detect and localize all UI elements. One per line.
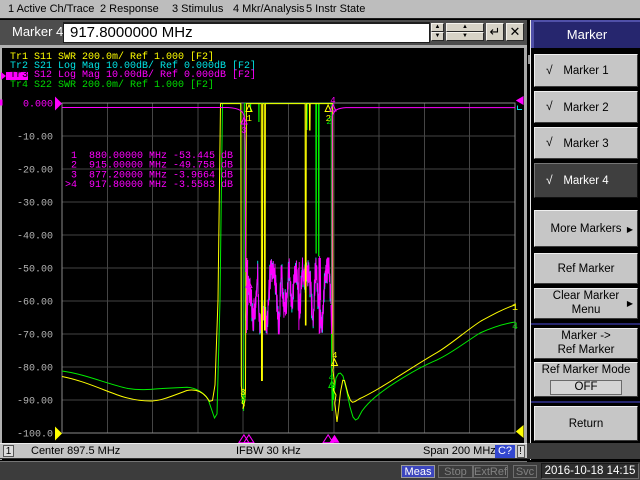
svg-text:3: 3 [241, 126, 246, 136]
svg-text:-60.00: -60.00 [17, 298, 53, 309]
svg-text:-50.00: -50.00 [17, 265, 53, 276]
svg-text:0.000: 0.000 [23, 100, 53, 111]
svg-text:4: 4 [332, 351, 337, 361]
svg-text:1: 1 [247, 114, 252, 124]
svg-text:-90.00: -90.00 [17, 397, 53, 408]
svg-text:-30.00: -30.00 [17, 199, 53, 210]
svg-text:-100.0: -100.0 [17, 430, 53, 441]
svg-text:>4 917.80000 MHz -3.5583 dB: >4 917.80000 MHz -3.5583 dB [65, 179, 233, 191]
svg-text:4: 4 [512, 322, 518, 333]
svg-text:-70.00: -70.00 [17, 331, 53, 342]
svg-text:4: 4 [330, 96, 335, 106]
svg-text:-80.00: -80.00 [17, 364, 53, 375]
svg-text:-40.00: -40.00 [17, 232, 53, 243]
svg-text:-20.00: -20.00 [17, 166, 53, 177]
svg-text:3: 3 [240, 388, 245, 398]
svg-text:-10.00: -10.00 [17, 133, 53, 144]
svg-text:1: 1 [512, 303, 518, 314]
svg-text:2: 2 [326, 117, 331, 127]
